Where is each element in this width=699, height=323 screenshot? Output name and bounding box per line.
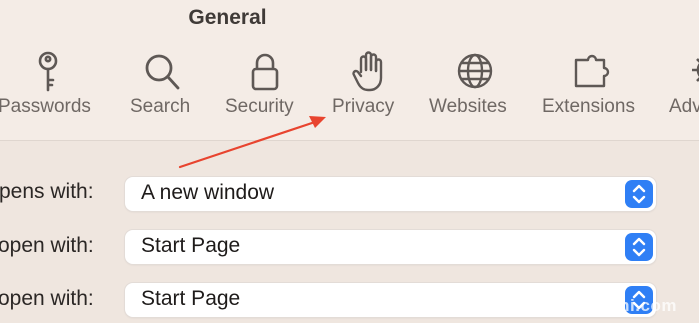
general-settings-pane: pens with: A new window open with: Start… [0,141,699,323]
tab-label: Passwords [0,96,91,117]
popup-stepper-icon [625,180,653,208]
globe-icon [453,50,497,94]
new-windows-open-with-popup[interactable]: A new window [125,177,656,211]
setting-label: pens with: [0,180,94,203]
puzzle-piece-icon [571,50,615,94]
setting-label: open with: [0,287,94,310]
tab-websites[interactable]: Websites [428,50,520,130]
tab-label: Extensions [542,96,635,117]
tab-advanced[interactable]: Adv [668,50,699,130]
tab-label: Search [130,96,191,117]
lock-icon [243,50,287,94]
gear-icon [686,50,699,94]
popup-value: Start Page [141,234,241,257]
tab-privacy[interactable]: Privacy [331,50,406,130]
tab-passwords[interactable]: Passwords [0,50,100,130]
hand-icon [346,50,390,94]
watermark-text: ishi.com [604,296,677,315]
setting-label: open with: [0,234,94,257]
tab-extensions[interactable]: Extensions [540,50,646,130]
tab-label: Privacy [332,96,395,117]
window-title: General [188,6,267,29]
popup-stepper-icon [625,233,653,261]
tab-label: Security [225,96,294,117]
popup-value: A new window [141,181,275,204]
magnifier-icon [140,50,184,94]
tab-security[interactable]: Security [224,50,306,130]
tab-search[interactable]: Search [127,50,197,130]
popup-value: Start Page [141,287,241,310]
key-icon [26,50,70,94]
homepage-open-with-popup[interactable]: Start Page [125,283,656,317]
preferences-toolbar: General Passwords Search Security Privac… [0,0,699,140]
tab-label: Websites [429,96,507,117]
tab-label: Adv [669,96,699,117]
new-tabs-open-with-popup[interactable]: Start Page [125,230,656,264]
